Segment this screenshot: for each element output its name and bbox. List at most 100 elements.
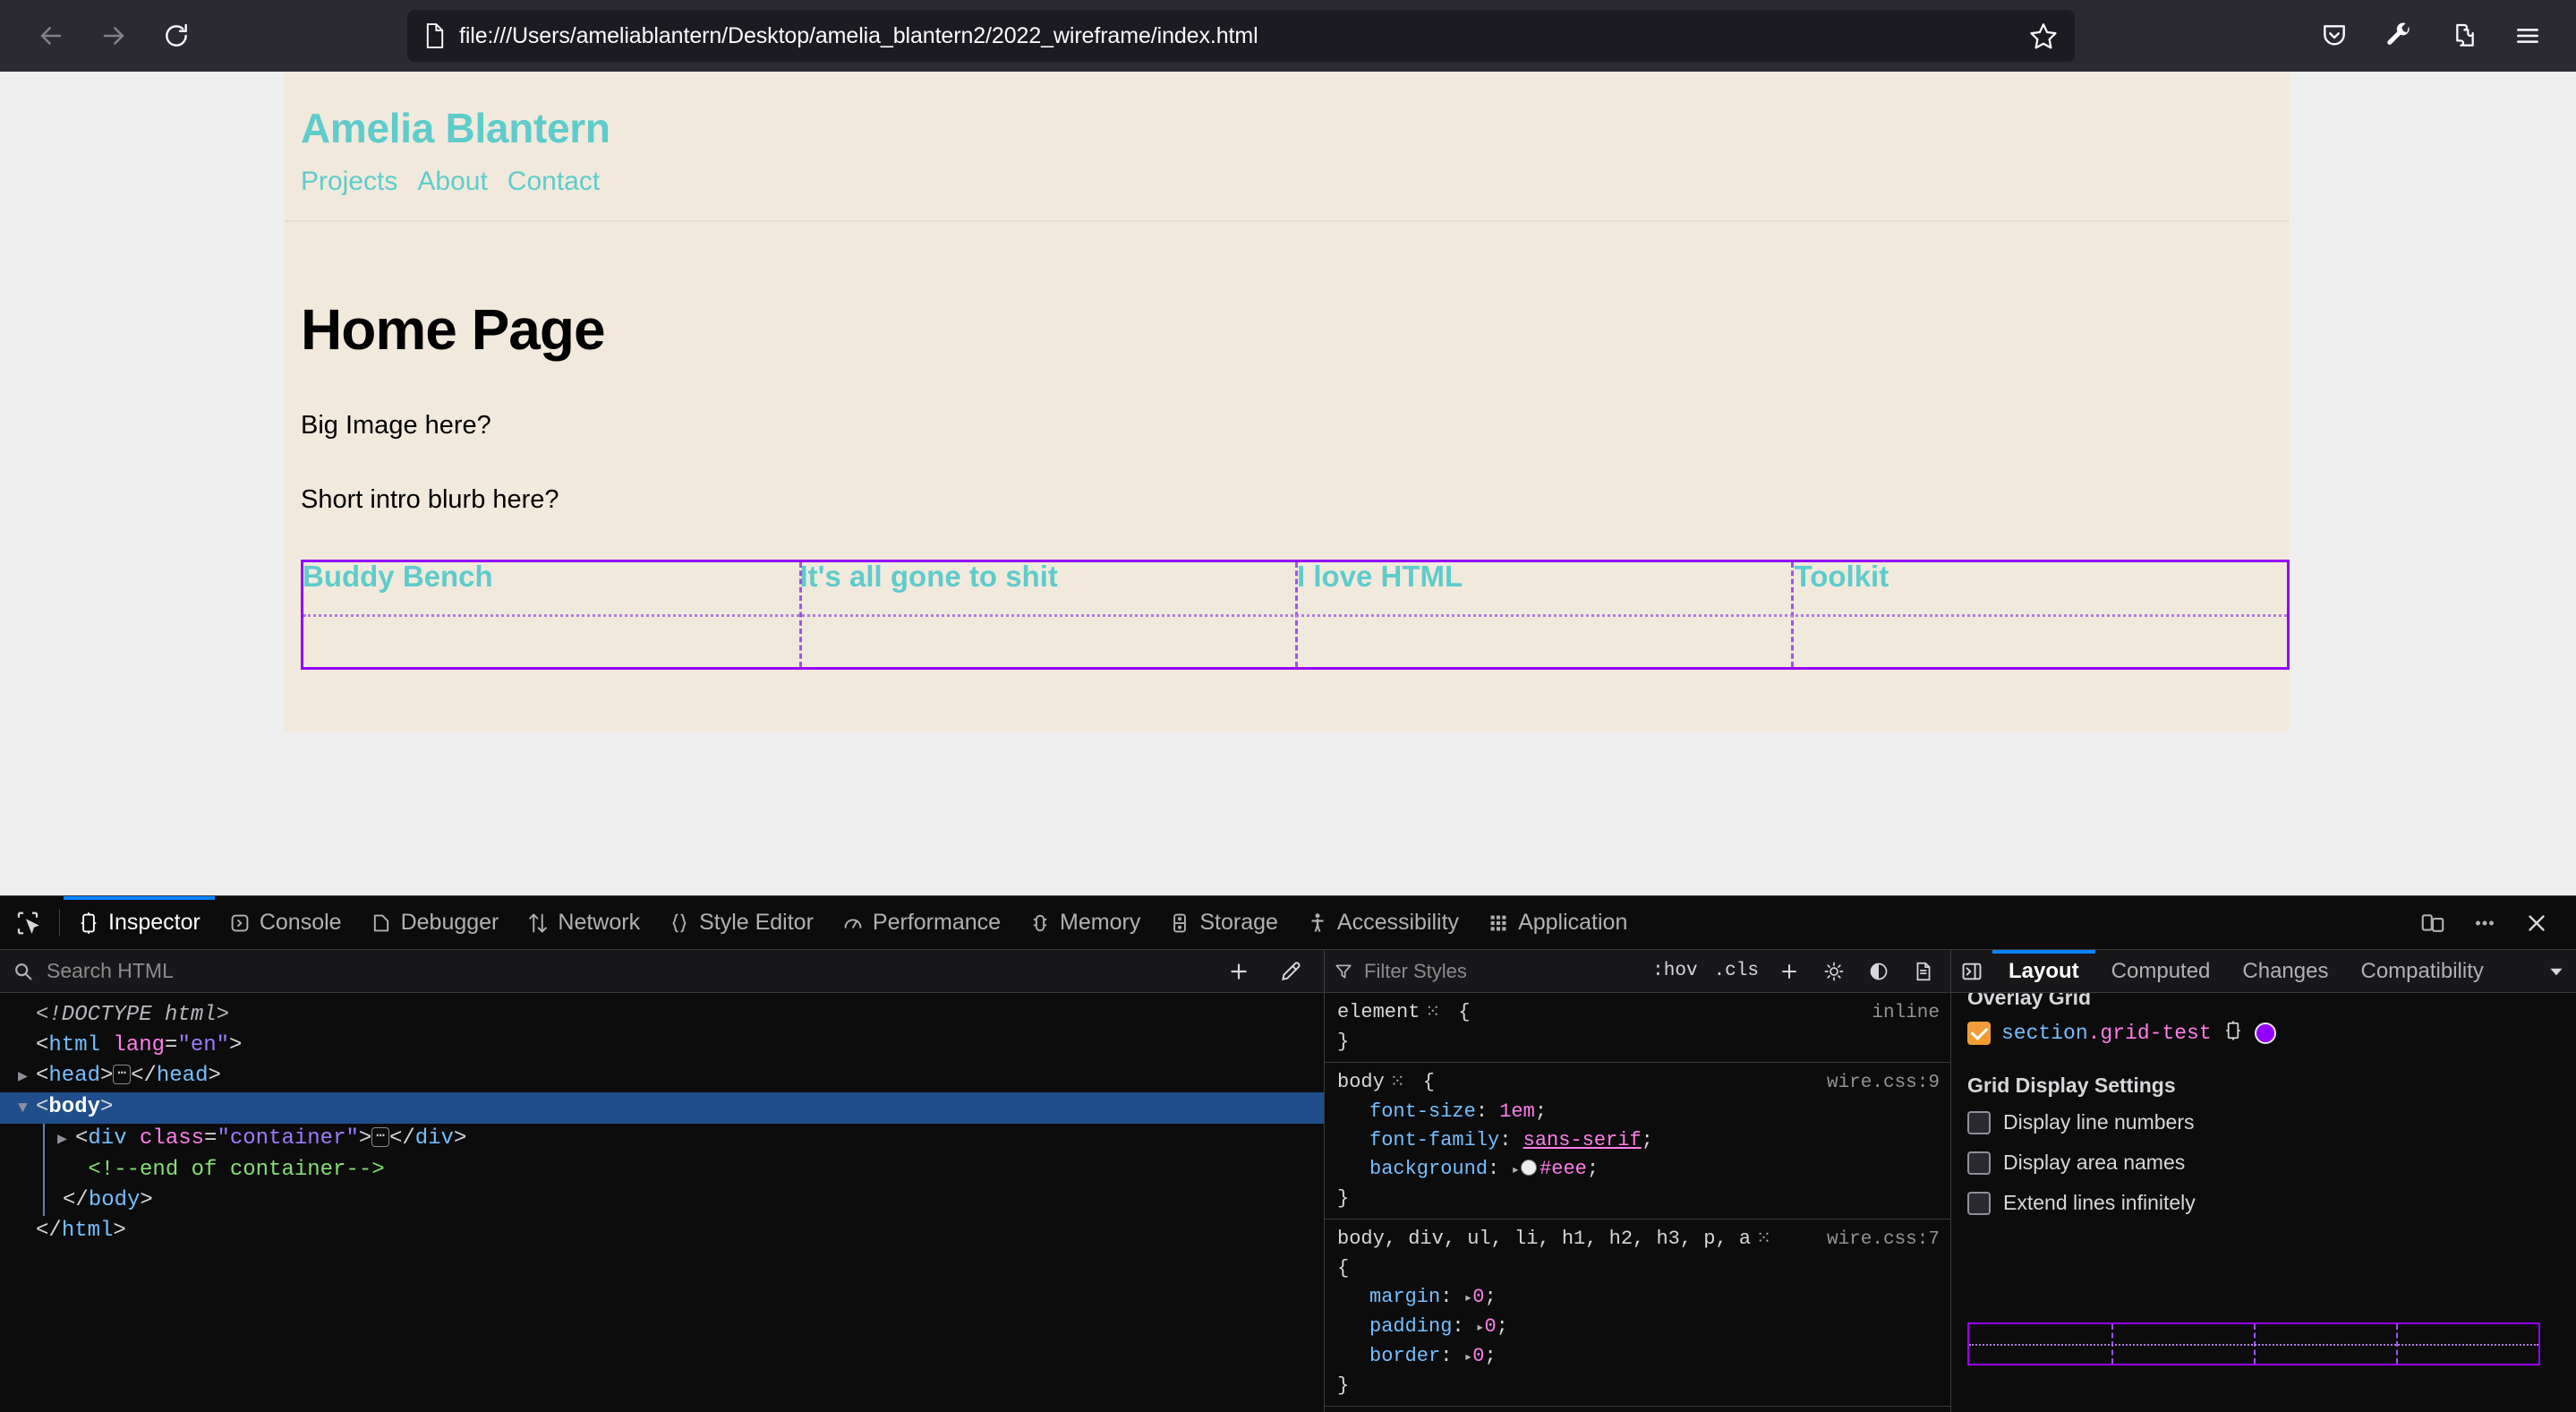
tab-debugger[interactable]: Debugger [356,896,514,949]
overlay-grid-selector[interactable]: section.grid-test [2001,1022,2212,1045]
tab-computed[interactable]: Computed [2095,950,2227,992]
css-rule-reset[interactable]: body, div, ul, li, h1, h2, h3, p, a ⁙ wi… [1325,1219,1950,1407]
collapsed-children-badge[interactable]: ⋯ [371,1127,389,1147]
back-button[interactable] [23,8,79,64]
tab-inspector[interactable]: Inspector [64,896,215,949]
property-value[interactable]: 0 [1472,1345,1484,1367]
expand-triangle-icon[interactable]: ▸ [1511,1162,1520,1178]
declaration-font-family[interactable]: font-family: sans-serif; [1337,1126,1940,1155]
tab-application[interactable]: Application [1473,896,1642,949]
grid-link-i-love-html[interactable]: I love HTML [1297,560,1463,594]
rule-selector[interactable]: body, div, ul, li, h1, h2, h3, p, a [1337,1225,1751,1254]
devtools-toolbar-right [2410,896,2576,949]
dark-scheme-button[interactable] [1861,954,1897,988]
rule-selector[interactable]: element [1337,998,1420,1027]
declaration-border[interactable]: border: ▸0; [1337,1342,1940,1372]
grid-link-buddy-bench[interactable]: Buddy Bench [303,560,493,594]
grid-color-swatch[interactable] [2254,1022,2276,1044]
markup-row-doctype[interactable]: <!DOCTYPE html> [0,1000,1324,1031]
element-picker-button[interactable] [0,896,55,949]
rule-selector[interactable]: body [1337,1068,1385,1097]
expand-sidebar-button[interactable] [1951,950,1992,992]
rule-source[interactable]: wire.css:9 [1827,1069,1940,1098]
add-rule-button[interactable] [1771,954,1807,988]
bookmark-star-button[interactable] [2028,21,2059,51]
declaration-background[interactable]: background: ▸ #eee; [1337,1155,1940,1185]
tab-network[interactable]: Network [513,896,654,949]
devtools-body: <!DOCTYPE html> <html lang="en"> <head>⋯… [0,950,2576,1412]
tab-compatibility[interactable]: Compatibility [2344,950,2499,992]
meatball-menu-icon[interactable] [2461,900,2508,946]
pocket-icon[interactable] [2309,11,2359,61]
markup-row-div-container[interactable]: <div class="container">⋯</div> [0,1124,1324,1155]
nav-link-projects[interactable]: Projects [301,167,397,197]
extensions-icon[interactable] [2438,11,2488,61]
markup-row-html-open[interactable]: <html lang="en"> [0,1031,1324,1061]
forward-button[interactable] [86,8,141,64]
markup-row-body-close[interactable]: </body> [0,1185,1324,1216]
class-toggle[interactable]: .cls [1710,959,1762,983]
nav-link-contact[interactable]: Contact [508,167,600,197]
property-value[interactable]: 1em [1499,1100,1535,1123]
light-scheme-button[interactable] [1816,954,1852,988]
responsive-design-mode-icon[interactable] [2410,900,2456,946]
grid-badge-icon: ⁙ [1756,1229,1772,1250]
grid-outline-icon[interactable] [2222,1019,2244,1047]
tab-changes[interactable]: Changes [2226,950,2344,992]
display-area-names-checkbox[interactable] [1967,1151,1991,1175]
filter-styles-input[interactable] [1362,958,1641,984]
tab-accessibility[interactable]: Accessibility [1292,896,1473,949]
twisty-head[interactable] [18,1061,36,1092]
tab-style-editor[interactable]: Style Editor [654,896,828,949]
address-bar[interactable]: file:///Users/ameliablantern/Desktop/ame… [407,10,2075,62]
tab-console[interactable]: Console [215,896,356,949]
rule-source[interactable]: wire.css:7 [1827,1226,1940,1254]
option-extend-lines-infinitely[interactable]: Extend lines infinitely [1967,1191,2560,1215]
reload-button[interactable] [149,8,204,64]
twisty-div-container[interactable] [57,1124,75,1155]
property-value[interactable]: sans-serif [1523,1129,1642,1151]
css-rule-element[interactable]: element ⁙ { inline } [1325,993,1950,1063]
grid-link-its-all-gone-to-shit[interactable]: It's all gone to shit [800,560,1058,594]
property-value[interactable]: #eee [1540,1158,1587,1180]
expand-triangle-icon[interactable]: ▸ [1464,1290,1473,1306]
wrench-icon[interactable] [2374,11,2424,61]
twisty-body[interactable] [18,1092,36,1124]
declaration-padding[interactable]: padding: ▸0; [1337,1313,1940,1342]
eyedropper-button[interactable] [1270,954,1311,989]
nav-link-about[interactable]: About [417,167,487,197]
plus-icon [1782,963,1796,979]
tab-storage[interactable]: Storage [1155,896,1292,949]
declaration-margin[interactable]: margin: ▸0; [1337,1283,1940,1313]
tab-layout[interactable]: Layout [1992,950,2095,992]
search-html-input[interactable] [45,958,1207,984]
color-swatch[interactable] [1521,1160,1538,1176]
css-rule-universal[interactable]: *, ::before, ::after ⁙ { wire.css:3 box-… [1325,1407,1950,1412]
expand-triangle-icon[interactable]: ▸ [1464,1349,1473,1365]
tab-memory[interactable]: Memory [1015,896,1155,949]
property-value[interactable]: 0 [1484,1315,1496,1338]
overlay-grid-checkbox[interactable] [1967,1021,1991,1045]
markup-row-comment[interactable]: <!--end of container--> [0,1155,1324,1185]
markup-row-body-open[interactable]: <body> [0,1092,1324,1124]
grid-link-toolkit[interactable]: Toolkit [1795,560,1889,594]
more-sidebar-tabs-button[interactable] [2537,950,2576,992]
display-line-numbers-checkbox[interactable] [1967,1110,1991,1134]
property-value[interactable]: 0 [1472,1286,1484,1308]
extend-lines-infinitely-checkbox[interactable] [1967,1191,1991,1215]
rule-source[interactable]: inline [1872,999,1940,1028]
option-display-area-names[interactable]: Display area names [1967,1151,2560,1175]
option-display-line-numbers[interactable]: Display line numbers [1967,1110,2560,1134]
markup-row-head[interactable]: <head>⋯</head> [0,1061,1324,1092]
print-media-button[interactable] [1906,954,1941,988]
hamburger-menu-icon[interactable] [2503,11,2553,61]
pseudo-class-toggle[interactable]: :hov [1649,959,1701,983]
collapsed-children-badge[interactable]: ⋯ [113,1065,132,1084]
create-new-node-button[interactable] [1218,954,1259,989]
css-rule-body[interactable]: body ⁙ { wire.css:9 font-size: 1em; font… [1325,1063,1950,1219]
close-devtools-icon[interactable] [2513,900,2560,946]
tab-performance[interactable]: Performance [828,896,1015,949]
url-text[interactable]: file:///Users/ameliablantern/Desktop/ame… [459,23,2016,49]
markup-row-html-close[interactable]: </html> [0,1216,1324,1246]
declaration-font-size[interactable]: font-size: 1em; [1337,1098,1940,1126]
